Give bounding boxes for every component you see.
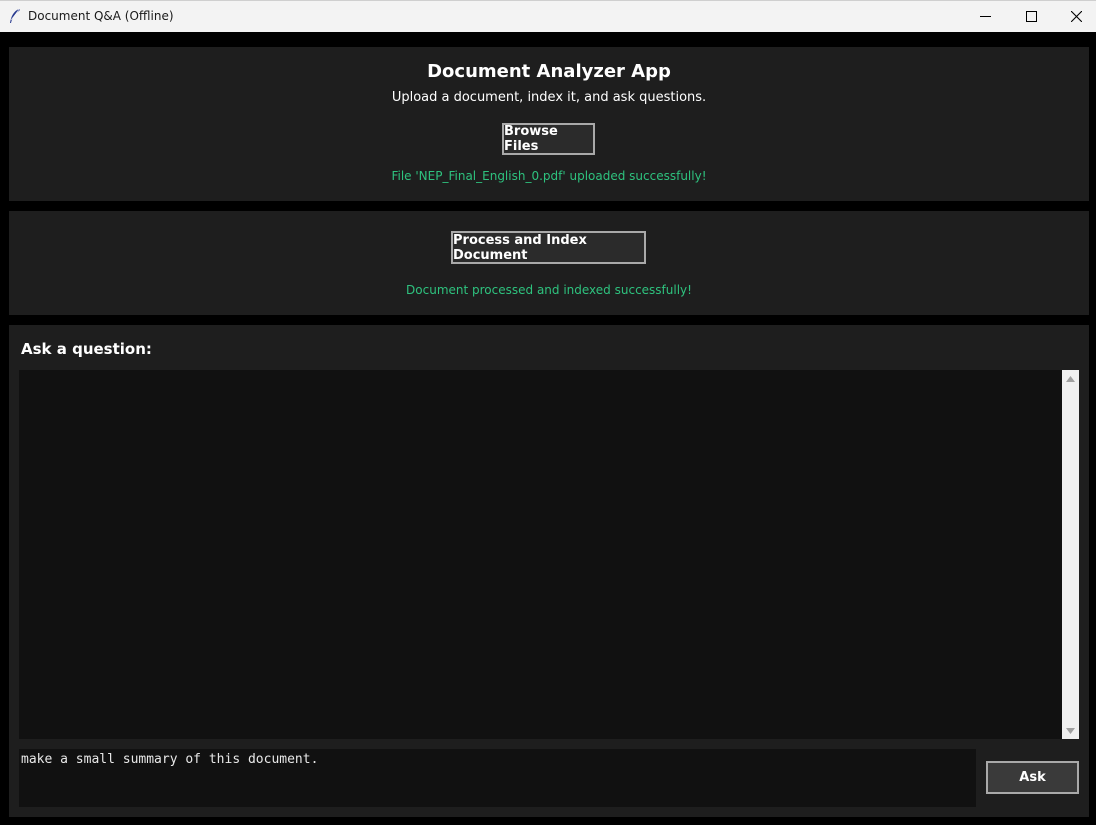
answer-text-area[interactable] (19, 370, 1062, 739)
process-status-text: Document processed and indexed successfu… (406, 283, 692, 297)
ask-button[interactable]: Ask (986, 761, 1079, 794)
title-bar: Document Q&A (Offline) (0, 0, 1096, 32)
scroll-up-button[interactable] (1062, 370, 1079, 387)
minimize-icon (979, 16, 991, 17)
scroll-down-button[interactable] (1062, 722, 1079, 739)
ask-question-label: Ask a question: (21, 340, 152, 358)
app-window: Document Q&A (Offline) Document Analyzer… (0, 0, 1096, 825)
app-subtitle: Upload a document, index it, and ask que… (391, 90, 707, 105)
maximize-icon (1025, 11, 1037, 22)
triangle-down-icon (1066, 727, 1075, 734)
process-index-button[interactable]: Process and Index Document (451, 231, 646, 264)
answer-scrollbar[interactable] (1062, 370, 1079, 739)
feather-icon (8, 8, 22, 24)
window-title: Document Q&A (Offline) (28, 9, 174, 23)
app-heading: Document Analyzer App (427, 61, 671, 82)
browse-files-button[interactable]: Browse Files (502, 123, 595, 155)
qa-panel: Ask a question: make a small summary of … (9, 325, 1089, 817)
close-button[interactable] (1053, 1, 1096, 32)
triangle-up-icon (1066, 375, 1075, 382)
process-panel: Process and Index Document Document proc… (9, 211, 1089, 315)
question-input[interactable]: make a small summary of this document. (19, 749, 976, 807)
upload-panel: Document Analyzer App Upload a document,… (9, 47, 1089, 201)
close-icon (1070, 11, 1082, 22)
minimize-button[interactable] (962, 1, 1008, 32)
upload-status-text: File 'NEP_Final_English_0.pdf' uploaded … (391, 169, 707, 183)
maximize-button[interactable] (1008, 1, 1054, 32)
